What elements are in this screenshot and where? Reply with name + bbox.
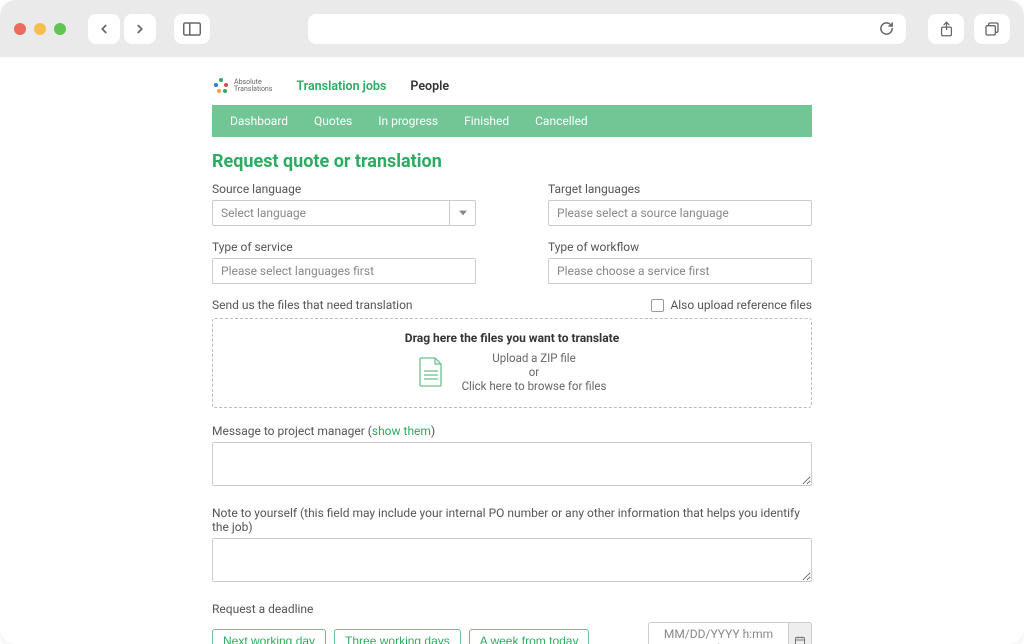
logo-text-line2: Translations — [234, 86, 272, 93]
share-icon — [939, 21, 954, 37]
tabs-button[interactable] — [974, 14, 1010, 44]
caret-down-icon — [459, 210, 467, 216]
files-prompt: Send us the files that need translation — [212, 298, 413, 312]
sidebar-toggle-button[interactable] — [174, 14, 210, 44]
tabs-icon — [984, 21, 1000, 37]
reference-files-option[interactable]: Also upload reference files — [651, 298, 812, 312]
type-of-service-label: Type of service — [212, 240, 476, 254]
file-dropzone[interactable]: Drag here the files you want to translat… — [212, 318, 812, 408]
forward-button[interactable] — [124, 14, 156, 44]
type-of-service-placeholder: Please select languages first — [221, 264, 374, 278]
target-languages-placeholder: Please select a source language — [557, 206, 729, 220]
dropzone-line1: Upload a ZIP file — [462, 351, 607, 365]
traffic-lights — [14, 23, 66, 35]
show-project-managers-link[interactable]: show them — [372, 424, 431, 438]
type-of-workflow-select[interactable]: Please choose a service first — [548, 258, 812, 284]
reference-files-label: Also upload reference files — [670, 298, 812, 312]
note-label: Note to yourself (this field may include… — [212, 506, 812, 534]
source-language-label: Source language — [212, 182, 476, 196]
tab-dashboard[interactable]: Dashboard — [230, 114, 288, 128]
target-languages-select[interactable]: Please select a source language — [548, 200, 812, 226]
logo-icon — [212, 77, 230, 95]
chevron-right-icon — [133, 22, 147, 36]
deadline-next-working-day-button[interactable]: Next working day — [212, 629, 326, 644]
type-of-service-select[interactable]: Please select languages first — [212, 258, 476, 284]
calendar-icon — [794, 635, 806, 644]
sidebar-icon — [183, 22, 201, 36]
tab-bar: Dashboard Quotes In progress Finished Ca… — [212, 105, 812, 137]
share-button[interactable] — [928, 14, 964, 44]
file-icon — [418, 357, 444, 387]
dropdown-caret — [449, 201, 475, 225]
back-button[interactable] — [88, 14, 120, 44]
address-bar[interactable] — [308, 14, 906, 44]
reference-files-checkbox[interactable] — [651, 299, 664, 312]
deadline-week-from-today-button[interactable]: A week from today — [469, 629, 590, 644]
target-languages-label: Target languages — [548, 182, 812, 196]
deadline-date-input[interactable]: MM/DD/YYYY h:mm A — [648, 622, 812, 644]
tab-in-progress[interactable]: In progress — [378, 114, 438, 128]
tab-quotes[interactable]: Quotes — [314, 114, 352, 128]
deadline-label: Request a deadline — [212, 602, 812, 616]
deadline-date-placeholder: MM/DD/YYYY h:mm A — [648, 622, 788, 644]
dropzone-line3: Click here to browse for files — [462, 379, 607, 393]
page-title: Request quote or translation — [212, 151, 812, 172]
minimize-window-button[interactable] — [34, 23, 46, 35]
tab-finished[interactable]: Finished — [464, 114, 509, 128]
page-content: Absolute Translations Translation jobs P… — [0, 57, 1024, 644]
logo[interactable]: Absolute Translations — [212, 77, 272, 95]
nav-people[interactable]: People — [410, 79, 449, 94]
type-of-workflow-placeholder: Please choose a service first — [557, 264, 709, 278]
chevron-left-icon — [97, 22, 111, 36]
deadline-three-working-days-button[interactable]: Three working days — [334, 629, 461, 644]
dropzone-line2: or — [462, 365, 607, 379]
source-language-placeholder: Select language — [221, 206, 306, 220]
type-of-workflow-label: Type of workflow — [548, 240, 812, 254]
browser-window: Absolute Translations Translation jobs P… — [0, 0, 1024, 644]
source-language-select[interactable]: Select language — [212, 200, 476, 226]
nav-translation-jobs[interactable]: Translation jobs — [296, 79, 386, 94]
browser-chrome — [0, 0, 1024, 57]
note-textarea[interactable] — [212, 538, 812, 582]
message-label: Message to project manager (show them) — [212, 424, 812, 438]
message-textarea[interactable] — [212, 442, 812, 486]
dropzone-title: Drag here the files you want to translat… — [213, 331, 811, 345]
maximize-window-button[interactable] — [54, 23, 66, 35]
close-window-button[interactable] — [14, 23, 26, 35]
reload-icon — [879, 21, 894, 36]
tab-cancelled[interactable]: Cancelled — [535, 114, 588, 128]
calendar-button[interactable] — [788, 622, 812, 644]
top-nav: Absolute Translations Translation jobs P… — [212, 67, 812, 105]
